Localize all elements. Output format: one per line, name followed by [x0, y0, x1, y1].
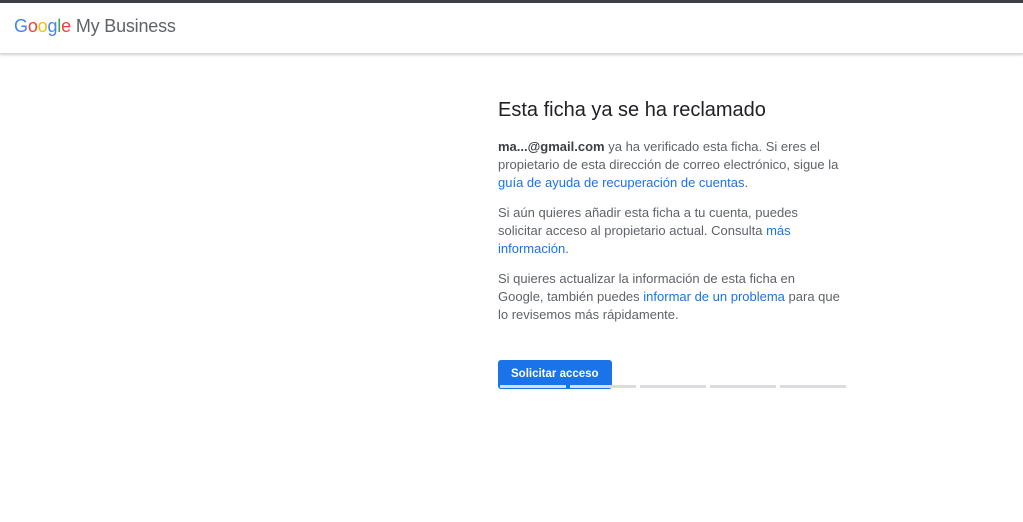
- report-problem-paragraph: Si quieres actualizar la información de …: [498, 270, 844, 324]
- owner-info-paragraph: ma...@gmail.com ya ha verificado esta fi…: [498, 138, 844, 192]
- claimed-listing-panel: Esta ficha ya se ha reclamado ma...@gmai…: [498, 96, 844, 389]
- progress-stepper: [500, 385, 846, 388]
- progress-step: [570, 385, 636, 388]
- product-name: My Business: [75, 16, 176, 36]
- logo-letter: o: [37, 16, 48, 36]
- google-wordmark: Google: [14, 16, 71, 37]
- logo-letter: e: [61, 16, 71, 36]
- owner-info-text-end: .: [744, 175, 749, 190]
- logo-letter: G: [14, 16, 28, 36]
- request-access-text: Si aún quieres añadir esta ficha a tu cu…: [498, 205, 798, 238]
- request-access-text-end: .: [565, 241, 569, 256]
- app-header: Google My Business: [0, 3, 1023, 54]
- report-problem-link[interactable]: informar de un problema: [643, 289, 785, 304]
- progress-step: [640, 385, 706, 388]
- progress-step: [780, 385, 846, 388]
- progress-step: [710, 385, 776, 388]
- logo-letter: o: [27, 16, 38, 36]
- request-access-paragraph: Si aún quieres añadir esta ficha a tu cu…: [498, 204, 844, 258]
- progress-step: [500, 385, 566, 388]
- owner-email: ma...@gmail.com: [498, 139, 605, 154]
- google-my-business-logo[interactable]: Google My Business: [14, 16, 176, 42]
- logo-letter: g: [47, 16, 58, 36]
- page-title: Esta ficha ya se ha reclamado: [498, 99, 766, 121]
- account-recovery-link[interactable]: guía de ayuda de recuperación de cuentas: [498, 175, 744, 190]
